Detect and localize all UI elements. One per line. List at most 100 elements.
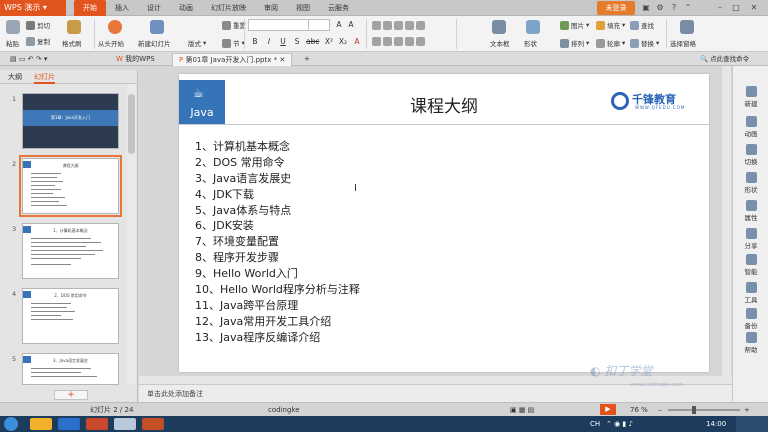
shape-icon[interactable] [526, 20, 540, 34]
tab-outline[interactable]: 大纲 [8, 70, 22, 84]
align-buttons[interactable] [372, 37, 425, 46]
new-slide-icon[interactable] [150, 20, 164, 34]
menu-tab-insert[interactable]: 插入 [106, 0, 138, 16]
maximize-icon[interactable]: □ [730, 2, 742, 14]
clock[interactable]: 14:00 [706, 416, 726, 432]
task-transition[interactable]: 切换 [733, 144, 768, 166]
task-backup[interactable]: 备份 [733, 308, 768, 330]
close-icon[interactable]: ✕ [748, 2, 760, 14]
copy-button[interactable]: 复制 [26, 36, 50, 46]
section-button[interactable]: 节▾ [222, 38, 245, 48]
bold-button[interactable]: B [250, 37, 260, 47]
explorer-icon[interactable] [30, 418, 52, 430]
current-slide[interactable]: ☕ Java 课程大纲 千锋教育 WWW.QFEDU.COM 1、计算机基本概念… [179, 74, 709, 372]
menu-tab-review[interactable]: 审阅 [255, 0, 287, 16]
start-button[interactable] [4, 417, 18, 431]
grow-font-icon[interactable]: A [334, 20, 344, 30]
task-shape[interactable]: 形状 [733, 172, 768, 194]
cut-button[interactable]: 剪切 [26, 20, 50, 30]
quick-access-toolbar[interactable]: ▤ ▭ ↶ ↷ ▾ [4, 53, 53, 66]
shrink-font-icon[interactable]: A [346, 20, 356, 30]
fill-button[interactable]: 填充 ▾ [596, 20, 625, 30]
menu-tab-slideshow[interactable]: 幻灯片放映 [202, 0, 255, 16]
command-search[interactable]: 🔍 点此查找命令 [700, 53, 766, 65]
help-icon[interactable]: ? [668, 2, 680, 14]
from-start-button[interactable]: 从头开始 [98, 38, 124, 48]
task-share[interactable]: 分享 [733, 228, 768, 250]
slide-thumbnail-4[interactable]: 2、DOS 常用命令 [22, 288, 119, 344]
minimize-icon[interactable]: – [714, 2, 726, 14]
login-button[interactable]: 未登录 [597, 1, 635, 15]
skin-icon[interactable]: ▣ [640, 2, 652, 14]
task-smart[interactable]: 智能 [733, 254, 768, 276]
new-tab-button[interactable]: + [298, 53, 316, 66]
slide-thumbnail-5[interactable]: 3、Java语言发展史 [22, 353, 119, 385]
new-slide-button[interactable]: 新建幻灯片 [138, 38, 171, 48]
paste-button[interactable]: 粘贴 [6, 38, 19, 48]
underline-button[interactable]: U [278, 37, 288, 47]
textbox-icon[interactable] [492, 20, 506, 34]
picture-button[interactable]: 图片 ▾ [560, 20, 589, 30]
zoom-out-icon[interactable]: – [658, 403, 662, 417]
slide-thumbnail-1[interactable]: 第1章：Java开发入门 [22, 93, 119, 149]
tab-slides[interactable]: 幻灯片 [34, 70, 55, 84]
browser-icon[interactable] [58, 418, 80, 430]
tray-icons[interactable]: ⌃ ◉ ▮ ♪ [606, 416, 633, 432]
shadow-button[interactable]: S [292, 37, 302, 47]
tab-document[interactable]: P 第01章 Java开发入门.pptx * ✕ [172, 53, 293, 66]
zoom-slider-thumb[interactable] [692, 406, 696, 414]
menu-tab-design[interactable]: 设计 [138, 0, 170, 16]
task-tools[interactable]: 工具 [733, 282, 768, 304]
replace-button[interactable]: 替换 ▾ [630, 38, 659, 48]
subscript-button[interactable]: X₂ [338, 37, 348, 47]
font-color-button[interactable]: A [352, 37, 362, 47]
zoom-slider[interactable] [668, 409, 740, 411]
input-language[interactable]: CH [590, 416, 600, 432]
zoom-in-icon[interactable]: + [744, 403, 750, 417]
add-slide-button[interactable]: + [54, 390, 88, 400]
textbox-button[interactable]: 文本框 [490, 38, 510, 48]
play-icon[interactable] [108, 20, 122, 34]
menu-tab-home[interactable]: 开始 [74, 0, 106, 16]
task-new[interactable]: 新建 [733, 86, 768, 108]
brush-icon[interactable] [67, 20, 81, 34]
font-size-select[interactable] [308, 19, 330, 31]
settings-icon[interactable]: ⚙ [654, 2, 666, 14]
menu-tab-view[interactable]: 视图 [287, 0, 319, 16]
collapse-ribbon-icon[interactable]: ⌃ [682, 2, 694, 14]
superscript-button[interactable]: X² [324, 37, 334, 47]
scrollbar-thumb[interactable] [128, 94, 135, 154]
menu-tab-cloud[interactable]: 云服务 [319, 0, 358, 16]
strikethrough-button[interactable]: abc [306, 37, 319, 47]
find-button[interactable]: 查找 [630, 20, 654, 30]
italic-button[interactable]: I [264, 37, 274, 47]
course-outline[interactable]: 1、计算机基本概念 2、DOS 常用命令 3、Java语言发展史 4、JDK下载… [195, 139, 360, 346]
media-icon[interactable] [86, 418, 108, 430]
menu-tab-animation[interactable]: 动画 [170, 0, 202, 16]
slide-thumbnail-3[interactable]: 1、计算机基本概念 [22, 223, 119, 279]
arrange-button[interactable]: 排列 ▾ [560, 38, 589, 48]
show-desktop-button[interactable] [736, 416, 768, 432]
select-pane-button[interactable]: 选择窗格 [670, 38, 696, 48]
app-icon[interactable] [114, 418, 136, 430]
layout-button[interactable]: 版式 ▾ [188, 38, 206, 48]
select-pane-icon[interactable] [680, 20, 694, 34]
task-animation[interactable]: 动画 [733, 116, 768, 138]
app-menu-button[interactable]: WPS 演示 ▾ [0, 0, 66, 16]
bullets-button[interactable] [372, 21, 425, 30]
tab-my-wps[interactable]: W 我的WPS [110, 53, 161, 66]
shape-button[interactable]: 形状 [524, 38, 537, 48]
paste-icon[interactable] [6, 20, 20, 34]
outline-icon [596, 38, 605, 48]
task-properties[interactable]: 属性 [733, 200, 768, 222]
task-help[interactable]: 帮助 [733, 332, 768, 354]
slide-thumbnail-2[interactable]: 课程大纲 [19, 155, 122, 217]
thumbnails-scrollbar[interactable] [127, 84, 136, 384]
outline-button[interactable]: 轮廓 ▾ [596, 38, 625, 48]
reset-button[interactable]: 重置 [222, 20, 246, 30]
view-buttons[interactable]: ▣ ▦ ▤ [510, 403, 534, 417]
slideshow-play-button[interactable]: ▶ [600, 404, 616, 415]
wps-taskbar-icon[interactable] [142, 418, 164, 430]
format-painter-button[interactable]: 格式刷 [62, 38, 82, 48]
canvas-vertical-scrollbar[interactable] [722, 66, 731, 376]
